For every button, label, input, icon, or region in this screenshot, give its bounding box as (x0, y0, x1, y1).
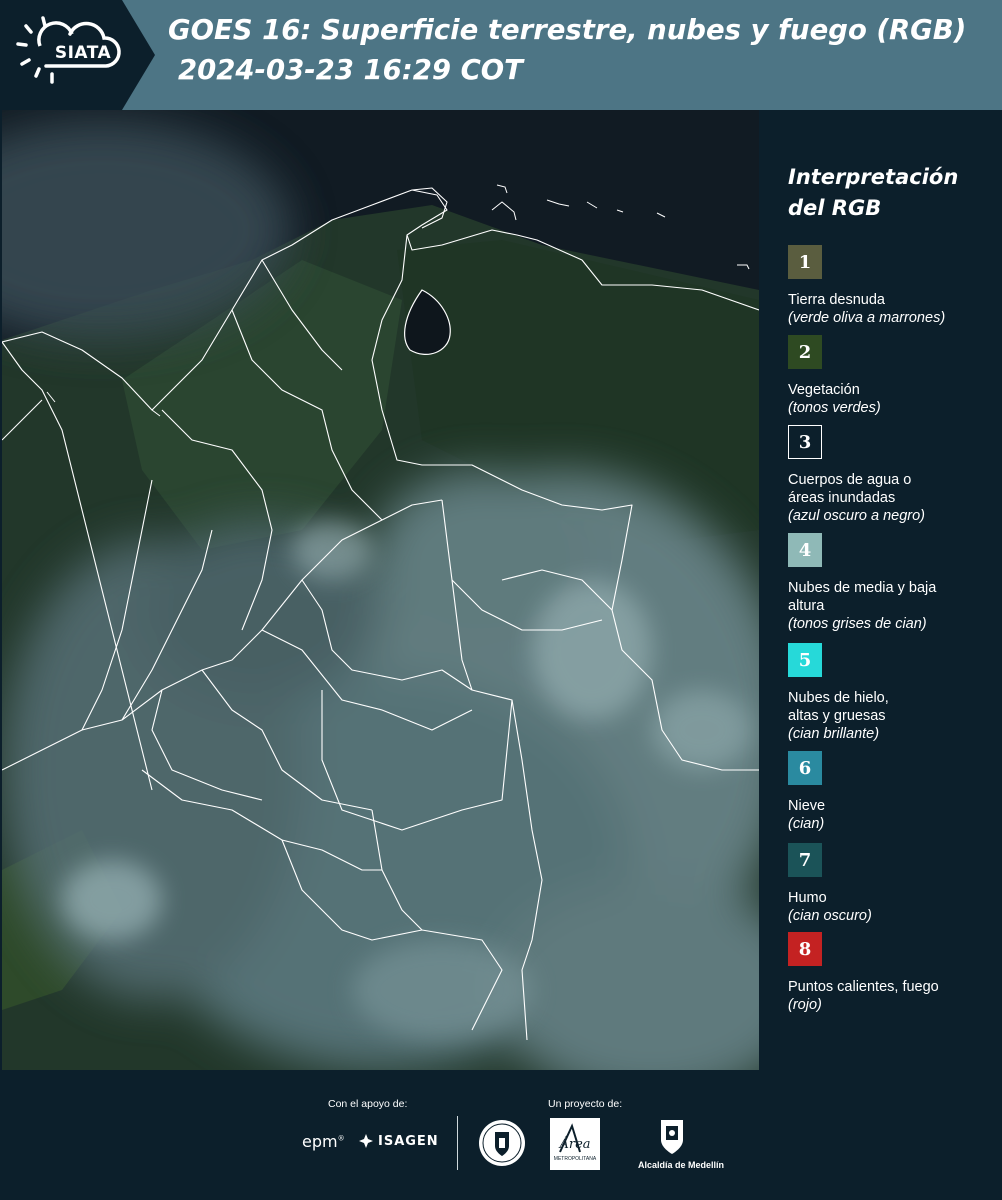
legend-title: Interpretación del RGB (788, 165, 959, 220)
epm-logo: epm® (302, 1132, 345, 1151)
legend-item-5: 5 Nubes de hielo, altas y gruesas (cian … (788, 643, 998, 743)
legend-item-1: 1 Tierra desnuda (verde oliva a marrones… (788, 245, 998, 327)
svg-text:Área: Área (558, 1136, 590, 1152)
legend-panel: Interpretación del RGB 1 Tierra desnuda … (762, 110, 1002, 1070)
area-metropolitana-logo: Área METROPOLITANA (550, 1118, 600, 1170)
footer-divider (457, 1116, 458, 1170)
siata-logo: SIATA (0, 0, 155, 110)
satellite-map[interactable] (2, 110, 759, 1070)
footer: Con el apoyo de: Un proyecto de: epm® IS… (0, 1070, 1002, 1200)
isagen-logo: ISAGEN (358, 1133, 439, 1149)
logo-text: SIATA (54, 43, 112, 63)
legend-item-6: 6 Nieve (cian) (788, 751, 998, 833)
timestamp: 2024-03-23 16:29 COT (178, 54, 523, 86)
alcaldia-medellin-logo: Alcaldía de Medellín (638, 1116, 724, 1180)
area-metropolitana-icon: Área METROPOLITANA (554, 1123, 597, 1162)
swatch-5: 5 (788, 643, 822, 677)
page-title: GOES 16: Superficie terrestre, nubes y f… (168, 14, 967, 46)
project-label: Un proyecto de: (548, 1098, 623, 1110)
svg-text:METROPOLITANA: METROPOLITANA (554, 1156, 597, 1162)
map-canvas (2, 110, 759, 1070)
swatch-4: 4 (788, 533, 822, 567)
swatch-3: 3 (788, 425, 822, 459)
legend-item-3: 3 Cuerpos de agua o áreas inundadas (azu… (788, 425, 998, 525)
university-seal-icon (479, 1120, 525, 1166)
swatch-6: 6 (788, 751, 822, 785)
header-banner: SIATA GOES 16: Superficie terrestre, nub… (0, 0, 1002, 110)
swatch-2: 2 (788, 335, 822, 369)
legend-item-7: 7 Humo (cian oscuro) (788, 843, 998, 925)
legend-item-8: 8 Puntos calientes, fuego (rojo) (788, 932, 998, 1014)
swatch-8: 8 (788, 932, 822, 966)
support-label: Con el apoyo de: (328, 1098, 408, 1110)
isagen-icon (359, 1134, 373, 1148)
legend-item-2: 2 Vegetación (tonos verdes) (788, 335, 998, 417)
swatch-7: 7 (788, 843, 822, 877)
coat-of-arms-icon (661, 1120, 683, 1154)
swatch-1: 1 (788, 245, 822, 279)
legend-item-4: 4 Nubes de media y baja altura (tonos gr… (788, 533, 998, 633)
